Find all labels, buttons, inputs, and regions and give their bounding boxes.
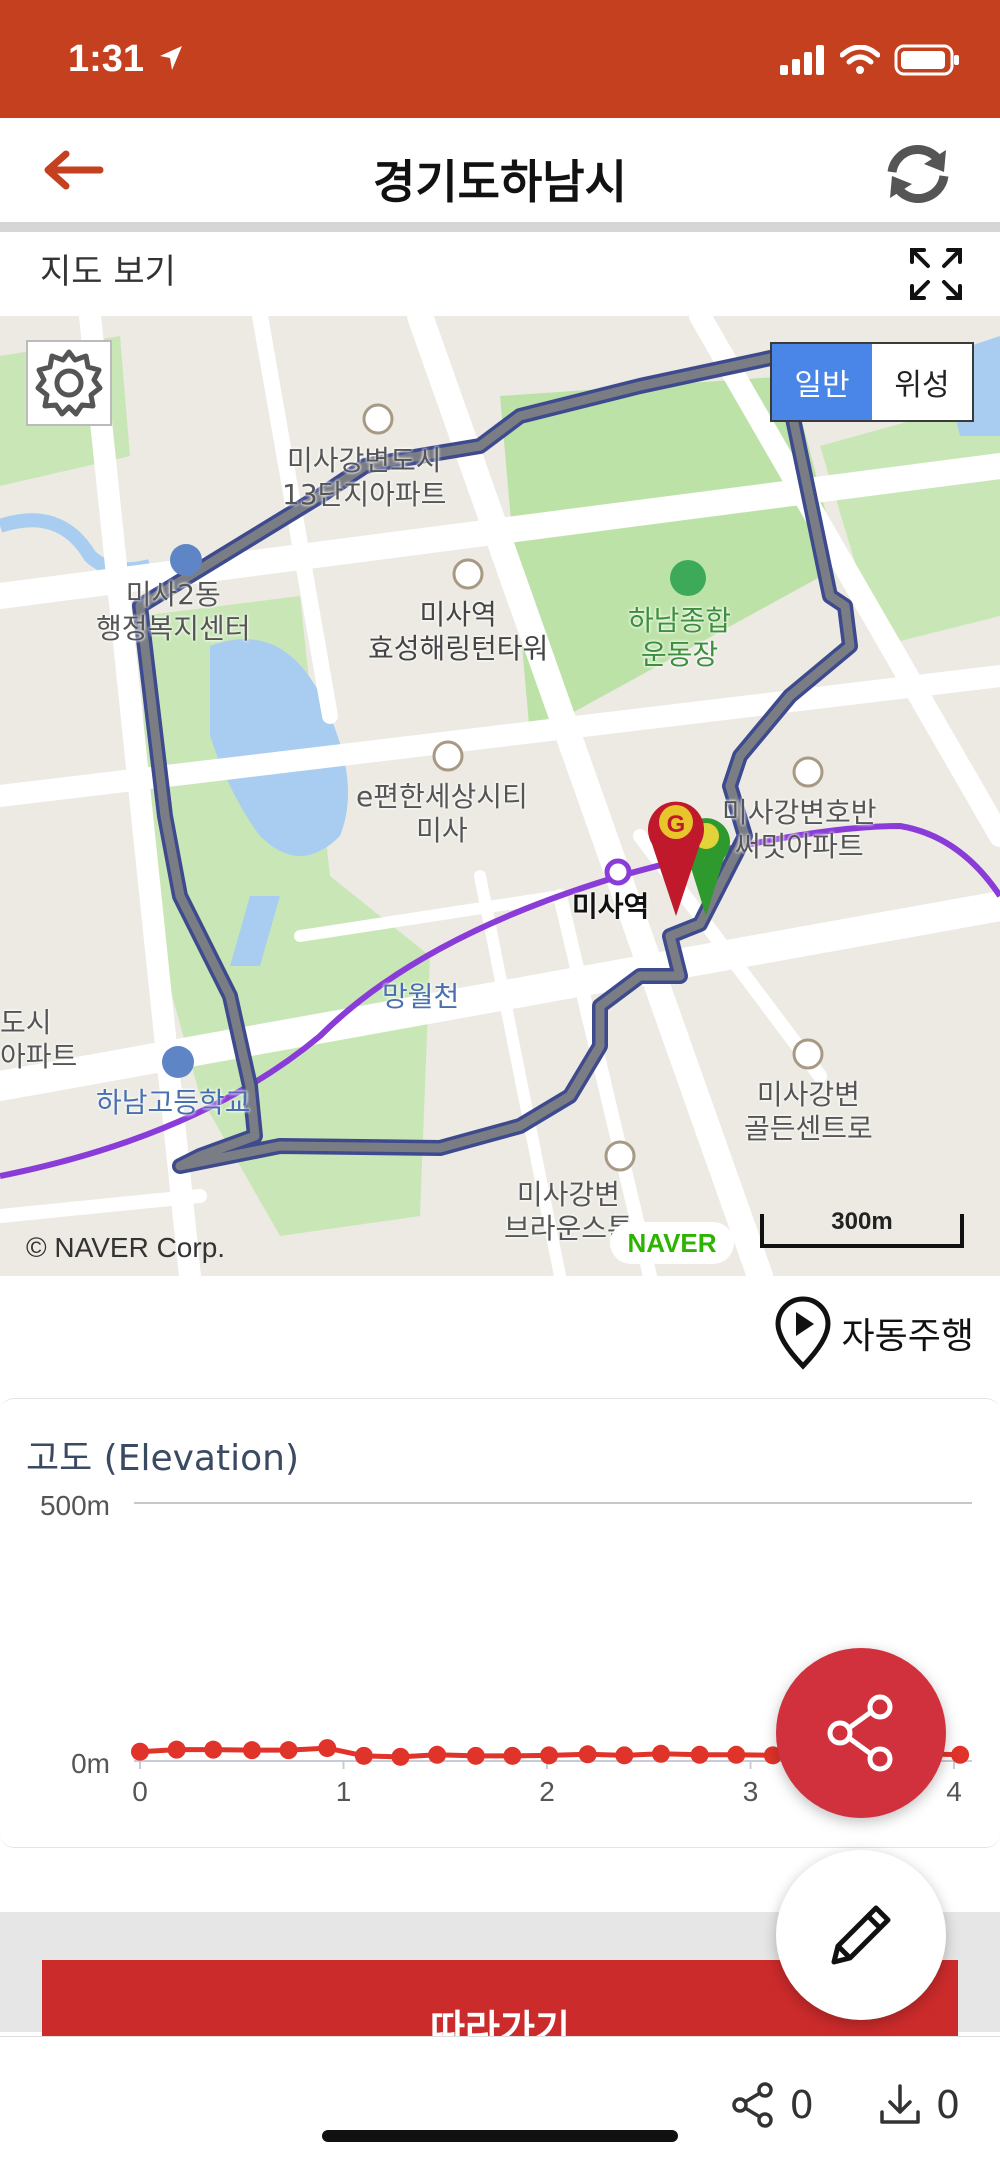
app-header: 경기도하남시 [0,118,1000,222]
elevation-point [503,1746,522,1765]
map-label-goldencentro: 미사강변 골든센트로 [744,1078,873,1145]
wifi-icon [840,45,880,74]
download-count: 0 [935,2083,960,2127]
elevation-point [727,1745,746,1764]
elevation-title: 고도 (Elevation) [26,1438,299,1479]
location-play-icon [775,1296,831,1370]
map-scale-bar: 300m [760,1208,964,1248]
map-label-hanamgo: 하남고등학교 [96,1086,251,1119]
gear-icon [35,349,103,417]
location-arrow-icon [160,46,182,70]
battery-icon [894,44,959,76]
elevation-point [428,1745,447,1764]
map-label-epyeonhan: e편한세상시티 미사 [356,780,528,847]
share-fab[interactable] [776,1648,946,1818]
page-title: 경기도하남시 [373,155,627,209]
elevation-point [615,1746,634,1765]
share-count: 0 [789,2083,814,2127]
elevation-point [354,1746,373,1765]
map-type-normal[interactable]: 일반 [772,344,872,420]
map-copyright: © NAVER Corp. [26,1232,226,1263]
download-icon[interactable] [878,2082,922,2128]
map-label-misa2dong: 미사2동 행정복지센터 [96,578,251,645]
map-label-hoban: 미사강변호반 써밋아파트 [722,796,877,863]
y-tick-label: 0m [71,1748,110,1779]
share-icon [827,1694,893,1772]
status-time: 1:31 [68,38,145,80]
y-tick-label: 500m [40,1490,110,1521]
elevation-point [131,1742,149,1761]
elevation-point [167,1740,186,1759]
elevation-point [279,1741,298,1760]
stream [0,513,152,577]
map-section-label: 지도 보기 [40,252,176,292]
map-scale-label: 300m [831,1208,893,1235]
signal-icon [780,45,824,75]
x-tick-label: 2 [539,1776,555,1807]
map-type-satellite[interactable]: 위성 [872,344,972,420]
x-tick-label: 4 [946,1776,962,1807]
pencil-icon [831,1905,891,1965]
status-bar: 1:31 [0,0,1000,118]
stadium-marker [670,560,706,596]
map-settings-button[interactable] [26,340,112,426]
elevation-point [951,1745,970,1764]
edit-fab[interactable] [776,1850,946,2020]
elevation-point [318,1739,337,1758]
x-tick-label: 1 [336,1776,352,1807]
map-label-dosi: 도시 아파트 [0,1006,78,1073]
elevation-point [466,1746,485,1765]
bottom-bar: 0 0 [0,2036,1000,2165]
elevation-point [540,1746,559,1765]
x-tick-label: 3 [743,1776,759,1807]
elevation-point [690,1745,709,1764]
map-label-station: 미사역 [572,890,650,923]
svg-text:G: G [667,811,686,838]
elevation-point [578,1745,597,1764]
refresh-icon[interactable] [880,142,956,206]
map-label-hyosung: 미사역 효성해링턴타워 [368,598,549,665]
x-tick-label: 0 [132,1776,148,1807]
auto-drive-label: 자동주행 [841,1316,974,1357]
school-marker [162,1046,194,1078]
elevation-point [242,1741,261,1760]
map-label-misa13: 미사강변도시 13단지아파트 [282,444,447,511]
map-label-stadium: 하남종합 운동장 [628,604,732,671]
map-type-toggle[interactable]: 일반 위성 [770,342,974,422]
elevation-point [651,1744,670,1763]
route-map[interactable]: G 미사강변도시 13단지아파트 미사2동 행정복지센터 미사역 효성해링턴타워 하남… [0,316,1000,1276]
elevation-point [204,1740,223,1759]
fullscreen-expand-icon[interactable] [908,246,964,302]
share-count-icon[interactable] [730,2081,776,2129]
auto-drive-button[interactable]: 자동주행 [772,1296,974,1370]
subway-station-marker [604,858,632,886]
home-indicator [322,2130,678,2142]
naver-logo: NAVER [610,1222,734,1264]
header-divider [0,222,1000,232]
map-section-bar: 지도 보기 [0,232,1000,316]
government-building-marker [170,544,202,576]
elevation-point [391,1747,410,1766]
map-label-mangwol: 망월천 [382,980,460,1013]
